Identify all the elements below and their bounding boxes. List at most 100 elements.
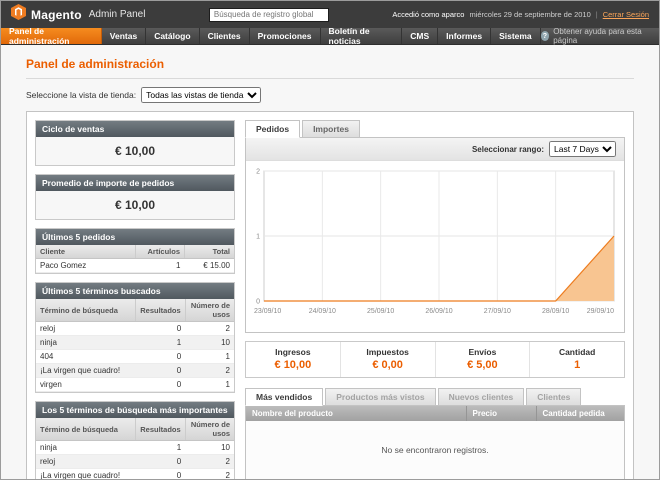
stat-label: Impuestos xyxy=(341,347,435,357)
nav-item-boletin[interactable]: Boletín de noticias xyxy=(321,28,403,44)
last-orders-box: Últimos 5 pedidos Cliente Artículos Tota… xyxy=(35,228,235,274)
nav-item-promociones[interactable]: Promociones xyxy=(250,28,321,44)
table-header-row: Término de búsqueda Resultados Número de… xyxy=(36,418,234,441)
title-divider xyxy=(26,78,634,79)
column-header: Cliente xyxy=(36,245,135,259)
logo-text: Magento xyxy=(31,8,82,22)
table-row: 40401 xyxy=(36,350,234,364)
stat-ingresos: Ingresos € 10,00 xyxy=(246,342,340,377)
logged-in-as: Accedió como aparco xyxy=(392,10,464,19)
nav-item-sistema[interactable]: Sistema xyxy=(491,28,541,44)
tab-pedidos[interactable]: Pedidos xyxy=(245,120,300,138)
column-header: Precio xyxy=(466,406,536,421)
current-date: miércoles 29 de septiembre de 2010 xyxy=(469,10,590,19)
stat-value: 1 xyxy=(530,359,624,371)
empty-row: No se encontraron registros. xyxy=(246,421,624,479)
page-content: Panel de administración Seleccione la vi… xyxy=(1,45,659,480)
top-search-title: Los 5 términos de búsqueda más important… xyxy=(36,402,234,418)
table-cell: ¡La virgen que cuadro! xyxy=(36,364,136,378)
global-search-input[interactable] xyxy=(209,8,329,22)
table-cell: 0 xyxy=(136,322,185,336)
last-search-title: Últimos 5 términos buscados xyxy=(36,283,234,299)
column-header: Nombre del producto xyxy=(246,406,466,421)
table-cell: Paco Gomez xyxy=(36,259,135,273)
table-cell: 0 xyxy=(136,364,185,378)
last-orders-table: Cliente Artículos Total Paco Gomez1€ 15.… xyxy=(36,245,234,273)
table-cell: virgen xyxy=(36,378,136,392)
table-cell: ninja xyxy=(36,336,136,350)
table-row: ninja110 xyxy=(36,441,234,455)
table-cell: 10 xyxy=(185,441,234,455)
svg-text:26/09/10: 26/09/10 xyxy=(425,308,452,315)
top-search-box: Los 5 términos de búsqueda más important… xyxy=(35,401,235,480)
user-info: Accedió como aparco miércoles 29 de sept… xyxy=(392,10,649,19)
average-orders-value: € 10,00 xyxy=(36,191,234,219)
global-search-wrap xyxy=(145,8,392,22)
tab-nuevos-clientes[interactable]: Nuevos clientes xyxy=(438,388,525,406)
nav-item-clientes[interactable]: Clientes xyxy=(200,28,250,44)
table-cell: 2 xyxy=(185,469,234,480)
table-header-row: Término de búsqueda Resultados Número de… xyxy=(36,299,234,322)
stat-value: € 0,00 xyxy=(341,359,435,371)
svg-text:29/09/10: 29/09/10 xyxy=(587,308,614,315)
tab-clientes[interactable]: Clientes xyxy=(526,388,581,406)
logout-link[interactable]: Cerrar Sesión xyxy=(603,10,649,19)
column-header: Total xyxy=(185,245,235,259)
table-row: ¡La virgen que cuadro!02 xyxy=(36,364,234,378)
help-link-label[interactable]: Obtener ayuda para esta página xyxy=(553,27,651,45)
dashboard-right-column: Pedidos Importes Seleccionar rango: Last… xyxy=(245,120,625,480)
divider: | xyxy=(596,10,598,19)
stat-value: € 10,00 xyxy=(246,359,340,371)
stat-label: Ingresos xyxy=(246,347,340,357)
nav-item-informes[interactable]: Informes xyxy=(438,28,491,44)
column-header: Cantidad pedida xyxy=(536,406,624,421)
table-cell: 1 xyxy=(185,350,234,364)
last-search-box: Últimos 5 términos buscados Término de b… xyxy=(35,282,235,393)
grid-header-row: Nombre del producto Precio Cantidad pedi… xyxy=(246,406,624,421)
column-header: Número de usos xyxy=(185,299,234,322)
chart-panel: Seleccionar rango: Last 7 Days 01223/09/… xyxy=(245,138,625,333)
help-link[interactable]: ? Obtener ayuda para esta página xyxy=(541,28,659,44)
top-search-table: Término de búsqueda Resultados Número de… xyxy=(36,418,234,480)
top-header: Magento Admin Panel Accedió como aparco … xyxy=(1,1,659,28)
lifetime-sales-value: € 10,00 xyxy=(36,137,234,165)
table-cell: 2 xyxy=(185,322,234,336)
table-cell: 404 xyxy=(36,350,136,364)
nav-item-catalogo[interactable]: Catálogo xyxy=(146,28,199,44)
tab-importes[interactable]: Importes xyxy=(302,120,360,138)
nav-item-ventas[interactable]: Ventas xyxy=(102,28,146,44)
stat-label: Cantidad xyxy=(530,347,624,357)
table-cell: ¡La virgen que cuadro! xyxy=(36,469,136,480)
column-header: Resultados xyxy=(136,299,185,322)
stat-label: Envíos xyxy=(436,347,530,357)
svg-text:1: 1 xyxy=(256,234,260,241)
average-orders-title: Promedio de importe de pedidos xyxy=(36,175,234,191)
svg-text:2: 2 xyxy=(256,169,260,176)
svg-text:25/09/10: 25/09/10 xyxy=(367,308,394,315)
tab-mas-vendidos[interactable]: Más vendidos xyxy=(245,388,323,406)
table-cell: 10 xyxy=(185,336,234,350)
orders-area-chart: 01223/09/1024/09/1025/09/1026/09/1027/09… xyxy=(248,165,622,325)
range-label: Seleccionar rango: xyxy=(472,145,544,154)
table-cell: 0 xyxy=(136,350,185,364)
nav-item-cms[interactable]: CMS xyxy=(402,28,438,44)
nav-item-dashboard[interactable]: Panel de administración xyxy=(1,28,102,44)
table-cell: 2 xyxy=(185,455,234,469)
table-row: ninja110 xyxy=(36,336,234,350)
column-header: Artículos xyxy=(135,245,185,259)
magento-admin-page: Magento Admin Panel Accedió como aparco … xyxy=(0,0,660,480)
column-header: Número de usos xyxy=(185,418,234,441)
dashboard-panel: Ciclo de ventas € 10,00 Promedio de impo… xyxy=(26,111,634,480)
stat-impuestos: Impuestos € 0,00 xyxy=(340,342,435,377)
table-cell: 2 xyxy=(185,364,234,378)
store-view-select[interactable]: Todas las vistas de tienda xyxy=(141,87,261,103)
table-row: virgen01 xyxy=(36,378,234,392)
range-select[interactable]: Last 7 Days xyxy=(549,141,616,157)
tab-productos-mas-vistos[interactable]: Productos más vistos xyxy=(325,388,435,406)
table-cell: ninja xyxy=(36,441,136,455)
column-header: Término de búsqueda xyxy=(36,299,136,322)
last-orders-title: Últimos 5 pedidos xyxy=(36,229,234,245)
products-grid: Nombre del producto Precio Cantidad pedi… xyxy=(246,406,624,479)
table-cell: 0 xyxy=(136,455,185,469)
table-cell: 0 xyxy=(136,469,185,480)
